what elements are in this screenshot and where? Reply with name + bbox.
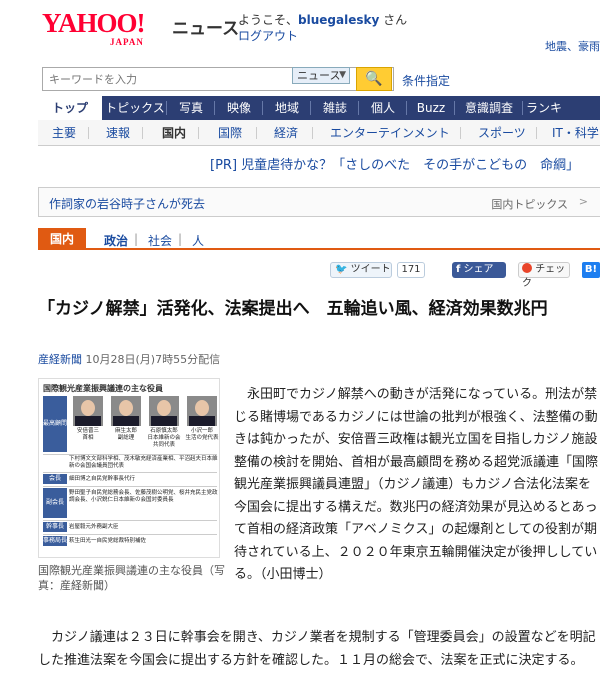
topic-label: 国内トピックス [491,198,568,211]
figure-row-text: 野田聖子自民党総務会長、佐藤茂樹公明党、桜井充民主党政調会長、小沢鋭仁日本維新の… [69,490,218,503]
figure-title: 国際観光産業振興議連の主な役員 [43,384,163,393]
figure-row-text: 岩屋毅元外務副大臣 [69,524,119,530]
mixi-check-button[interactable]: チェック [518,262,570,289]
tab-politics[interactable]: 政治 [104,232,128,249]
main-nav: トップ トピックス 写真 映像 地域 雑誌 個人 Buzz 意識調査 ランキ [38,96,600,120]
photo-caption: 国際観光産業振興議連の主な役員（写真：産経新聞） [38,564,225,592]
figure-label: 会長 [43,474,67,484]
sub-nav: 主要 速報 国内 国際 経済 エンターテインメント スポーツ IT・科学 [38,120,600,146]
subnav-entertainment[interactable]: エンターテインメント [330,120,450,146]
search-bar: ニュース▼ 🔍 条件指定 [38,64,600,92]
nav-ranking[interactable]: ランキ [526,96,600,120]
article-source-link[interactable]: 産経新聞 [38,353,82,366]
person-name: 小沢一郎 生活の党代表 [185,428,219,441]
article-photo[interactable]: 国際観光産業振興議連の主な役員 最高顧問 安倍晋三 首相 麻生太郎 副総理 石原慎太… [38,378,220,558]
figure-label: 事務局長 [43,536,68,546]
figure-label: 幹事長 [43,522,67,532]
tweet-button[interactable]: 🐦 ツイート [330,262,392,278]
site-header: YAHOO! JAPAN ニュース ようこそ、bluegalesky さん ログ… [0,0,600,60]
topic-headline-link[interactable]: 作詞家の岩谷時子さんが死去 [49,195,205,212]
portrait-photo [111,396,141,426]
subnav-domestic[interactable]: 国内 [162,120,186,146]
nav-top[interactable]: トップ [38,96,102,120]
category-tabs: 国内 政治 | 社会 | 人 [38,228,600,250]
nav-survey[interactable]: 意識調査 [456,96,522,120]
disaster-info-link[interactable]: 地震、豪雨 [545,38,600,54]
portrait-photo [73,396,103,426]
subnav-breaking[interactable]: 速報 [106,120,130,146]
subnav-economy[interactable]: 経済 [274,120,298,146]
article-headline: 「カジノ解禁」活発化、法案提出へ 五輪追い風、経済効果数兆円 [38,299,548,319]
figure-row-text: 細田博之自民党幹事長代行 [69,476,136,482]
facebook-share-button[interactable]: f シェア [452,262,506,278]
yahoo-japan-logo[interactable]: YAHOO! JAPAN [42,10,170,48]
welcome-message: ようこそ、bluegalesky さん [238,13,408,27]
advanced-search-link[interactable]: 条件指定 [402,72,450,89]
figure-label: 副会長 [43,488,67,518]
hatena-bookmark-button[interactable]: B! [582,262,600,278]
facebook-icon: f [456,264,461,275]
person-name: 石原慎太郎 日本維新の会共同代表 [147,428,181,448]
chevron-right-icon[interactable]: > [579,195,588,208]
subnav-international[interactable]: 国際 [218,120,242,146]
article-datetime: 10月28日(月)7時55分配信 [85,353,221,366]
search-button[interactable]: 🔍 [356,67,392,91]
subnav-sports[interactable]: スポーツ [478,120,526,146]
figure-row-text: 萩生田光一自民党総裁特別補佐 [69,538,147,544]
nav-individual[interactable]: 個人 [360,96,406,120]
tweet-count: 171 [397,262,425,278]
logout-link[interactable]: ログアウト [238,27,298,44]
figure-label-advisors: 最高顧問 [43,396,67,452]
news-section-label[interactable]: ニュース [172,14,239,39]
tab-people[interactable]: 人 [192,232,204,249]
figure-extra: 下村博文文部科学相、茂木敏充経済産業相、平沼赳夫日本維新の会国会議員団代表 [69,456,218,469]
search-input[interactable] [43,68,283,91]
portrait-photo [187,396,217,426]
nav-topics[interactable]: トピックス [104,96,166,120]
nav-photos[interactable]: 写真 [168,96,214,120]
pr-link[interactable]: [PR] 児童虐待かな？「さしのべた その手がこどもの 命綱」 [210,154,579,173]
tab-society[interactable]: 社会 [148,232,172,249]
search-category-select[interactable]: ニュース ▼ [292,67,350,84]
person-name: 麻生太郎 副総理 [114,428,137,441]
chevron-down-icon: ▼ [339,70,346,80]
twitter-bird-icon: 🐦 [335,264,348,275]
tab-domestic[interactable]: 国内 [38,228,86,250]
article-paragraph: カジノ議連は２３日に幹事会を開き、カジノ業者を規制する「管理委員会」の設置などを… [38,630,596,668]
article-meta: 産経新聞 10月28日(月)7時55分配信 [38,351,220,367]
search-icon: 🔍 [365,71,383,87]
person-name: 安倍晋三 首相 [76,428,99,441]
article-paragraph: 永田町でカジノ解禁への動きが活発になっている。刑法が禁じる賭博場であるカジノには… [234,387,599,582]
subnav-main[interactable]: 主要 [52,120,76,146]
nav-video[interactable]: 映像 [216,96,262,120]
nav-local[interactable]: 地域 [264,96,310,120]
topic-bar: 作詞家の岩谷時子さんが死去 国内トピックス > [38,187,600,217]
nav-magazines[interactable]: 雑誌 [312,96,358,120]
nav-buzz[interactable]: Buzz [408,96,454,120]
check-icon [522,263,532,273]
portrait-photo [149,396,179,426]
subnav-it-science[interactable]: IT・科学 [552,120,599,146]
username-link[interactable]: bluegalesky [298,13,379,27]
